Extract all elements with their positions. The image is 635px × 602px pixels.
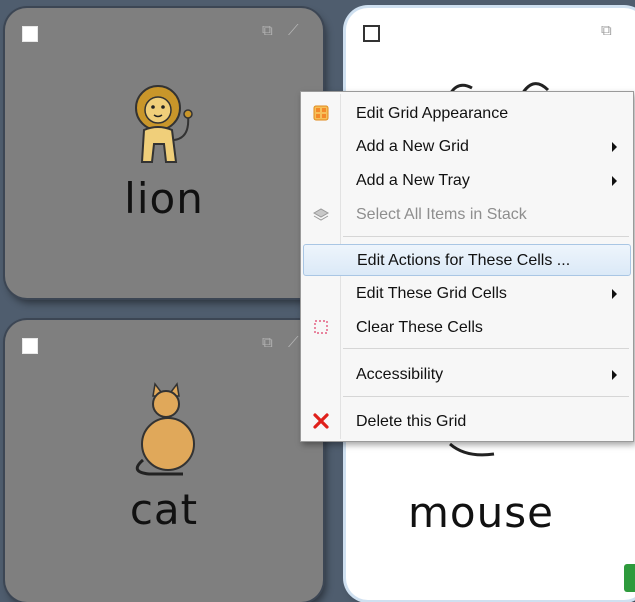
menu-item-accessibility[interactable]: Accessibility	[303, 359, 631, 389]
cell-select-checkbox[interactable]	[363, 25, 380, 42]
stack-icon	[312, 208, 330, 221]
menu-separator	[343, 236, 629, 237]
submenu-arrow-icon	[612, 142, 617, 152]
edit-wand-icon[interactable]: ⟋	[288, 23, 299, 38]
menu-item-label: Delete this Grid	[356, 413, 467, 430]
grid-appearance-icon	[313, 105, 329, 121]
menu-item-label: Edit These Grid Cells	[356, 285, 507, 302]
lion-symbol	[135, 85, 193, 163]
menu-item-label: Edit Actions for These Cells ...	[357, 252, 571, 269]
edit-wand-icon[interactable]: ⟋	[288, 335, 299, 350]
copy-icon[interactable]: ⧉	[262, 335, 273, 350]
menu-item-select-all-in-stack[interactable]: Select All Items in Stack	[303, 199, 631, 229]
menu-item-label: Clear These Cells	[356, 319, 483, 336]
delete-x-icon	[313, 413, 329, 429]
menu-item-clear-cells[interactable]: Clear These Cells	[303, 312, 631, 342]
menu-separator	[343, 396, 629, 397]
menu-item-add-new-tray[interactable]: Add a New Tray	[303, 165, 631, 195]
menu-item-edit-grid-cells[interactable]: Edit These Grid Cells	[303, 278, 631, 308]
menu-separator	[343, 348, 629, 349]
submenu-arrow-icon	[612, 176, 617, 186]
context-menu: Edit Grid Appearance Add a New Grid Add …	[300, 91, 634, 442]
menu-item-add-new-grid[interactable]: Add a New Grid	[303, 131, 631, 161]
cell-select-checkbox[interactable]	[22, 26, 38, 42]
menu-item-label: Add a New Tray	[356, 172, 470, 189]
menu-item-label: Add a New Grid	[356, 138, 469, 155]
grid-cell-cat[interactable]: ⧉ ⟋ cat	[5, 320, 323, 602]
cell-word-lion: lion	[124, 174, 204, 223]
menu-item-label: Select All Items in Stack	[356, 206, 527, 223]
submenu-arrow-icon	[612, 289, 617, 299]
cell-word-mouse: mouse	[408, 488, 554, 537]
menu-item-edit-actions[interactable]: Edit Actions for These Cells ...	[303, 244, 631, 276]
menu-item-label: Accessibility	[356, 366, 444, 383]
cat-symbol	[135, 382, 195, 476]
cell-word-cat: cat	[129, 485, 199, 534]
grid-cell-lion[interactable]: ⧉ ⟋ lion	[5, 8, 323, 298]
menu-item-edit-grid-appearance[interactable]: Edit Grid Appearance	[303, 98, 631, 128]
cell-select-checkbox[interactable]	[22, 338, 38, 354]
submenu-arrow-icon	[612, 370, 617, 380]
menu-item-delete-grid[interactable]: Delete this Grid	[303, 406, 631, 436]
menu-item-label: Edit Grid Appearance	[356, 105, 509, 122]
mouse-tail-symbol	[449, 442, 495, 457]
copy-icon[interactable]: ⧉	[262, 23, 273, 38]
status-green-indicator	[624, 564, 635, 592]
copy-icon[interactable]: ⧉	[601, 23, 612, 38]
clear-cells-icon	[314, 320, 328, 334]
